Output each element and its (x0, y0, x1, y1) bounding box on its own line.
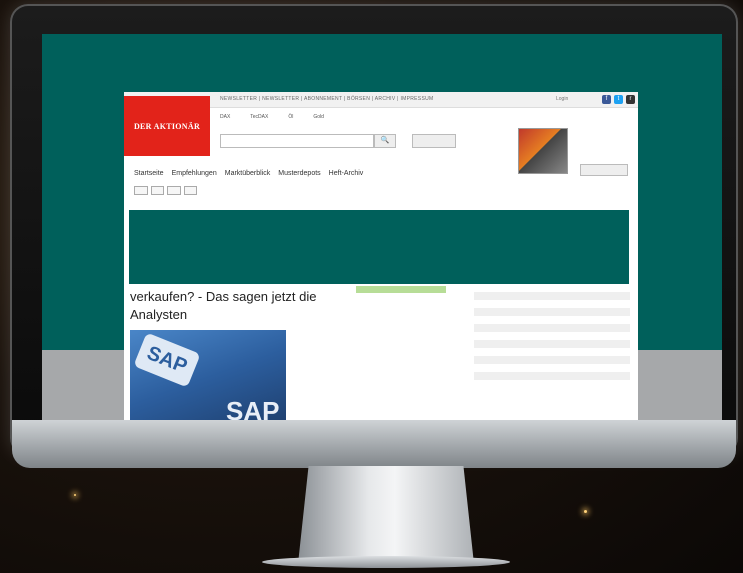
search-category-select[interactable] (412, 134, 456, 148)
stock-change (596, 364, 630, 372)
stock-price (558, 292, 596, 300)
search-input[interactable] (220, 134, 374, 148)
stock-name[interactable] (474, 364, 558, 372)
stock-name[interactable] (474, 316, 558, 324)
market-ticker: DAX TecDAX Öl Gold (220, 114, 344, 120)
sap-logo-sign: SAP (133, 332, 201, 388)
site-logo[interactable]: DER AKTIONÄR (124, 96, 210, 156)
twitter-icon[interactable]: t (614, 95, 623, 104)
ticker-item[interactable]: Gold (313, 114, 334, 120)
stock-price (558, 364, 596, 372)
stock-name[interactable] (474, 348, 558, 356)
stock-price (558, 332, 596, 340)
stock-price (558, 356, 596, 364)
sub-tab[interactable] (183, 186, 198, 195)
stock-name[interactable] (474, 324, 558, 332)
sub-tab[interactable] (150, 186, 165, 195)
stock-price (558, 348, 596, 356)
stock-change (596, 340, 630, 348)
stock-name[interactable] (474, 340, 558, 348)
monitor-screen: NEWSLETTER | NEWSLETTER | ABONNEMENT | B… (42, 34, 722, 420)
magazine-cover-image[interactable] (518, 128, 568, 174)
ticker-name: Öl (288, 114, 294, 120)
stock-name[interactable] (474, 332, 558, 340)
table-row[interactable] (474, 340, 630, 348)
stock-change (596, 300, 630, 308)
table-row[interactable] (474, 316, 630, 324)
login-link[interactable]: Login (556, 96, 568, 102)
nav-item[interactable]: Heft-Archiv (329, 170, 364, 177)
ticker-name: Gold (313, 114, 324, 120)
stock-price (558, 340, 596, 348)
magazine-order-button[interactable] (580, 164, 628, 176)
table-row[interactable] (474, 348, 630, 356)
headline-tag (356, 286, 446, 293)
ticker-item[interactable]: DAX (220, 114, 240, 120)
table-row[interactable] (474, 332, 630, 340)
monitor-chin (12, 420, 736, 468)
stock-change (596, 308, 630, 316)
nav-item[interactable]: Musterdepots (278, 170, 320, 177)
stock-change (596, 332, 630, 340)
apple-logo-icon (379, 430, 391, 444)
table-row[interactable] (474, 308, 630, 316)
stock-change (596, 380, 630, 388)
stock-change (596, 348, 630, 356)
table-row[interactable] (474, 356, 630, 364)
ticker-item[interactable]: Öl (288, 114, 303, 120)
stock-price (558, 316, 596, 324)
table-row[interactable] (474, 324, 630, 332)
rss-icon[interactable]: r (626, 95, 635, 104)
table-row[interactable] (474, 372, 630, 380)
table-row[interactable] (474, 292, 630, 300)
search-button[interactable]: 🔍 (374, 134, 396, 148)
ticker-item[interactable]: TecDAX (250, 114, 278, 120)
ticker-name: TecDAX (250, 114, 269, 120)
sap-logo-sign-building: SAP (226, 396, 280, 420)
stock-change (596, 372, 630, 380)
ticker-name: DAX (220, 114, 231, 120)
table-row[interactable] (474, 300, 630, 308)
table-row[interactable] (474, 380, 630, 388)
stock-price (558, 380, 596, 388)
stock-quotes-table (474, 292, 630, 388)
stock-change (596, 292, 630, 300)
stock-name[interactable] (474, 356, 558, 364)
sub-tab[interactable] (134, 186, 148, 195)
facebook-icon[interactable]: f (602, 95, 611, 104)
stock-name[interactable] (474, 372, 558, 380)
stock-price (558, 308, 596, 316)
stock-price (558, 372, 596, 380)
nav-item[interactable]: Empfehlungen (172, 170, 217, 177)
stock-change (596, 316, 630, 324)
background-spark (74, 494, 76, 496)
stock-change (596, 356, 630, 364)
teal-banner-overlay (129, 210, 629, 284)
sub-tab[interactable] (167, 186, 181, 195)
stock-name[interactable] (474, 308, 558, 316)
table-row[interactable] (474, 364, 630, 372)
stock-price (558, 300, 596, 308)
sub-tabs (134, 186, 200, 195)
monitor-stand (298, 466, 474, 564)
stock-name[interactable] (474, 300, 558, 308)
article-image[interactable]: SAP SAP (130, 330, 286, 420)
website-page: NEWSLETTER | NEWSLETTER | ABONNEMENT | B… (124, 92, 638, 420)
nav-item[interactable]: Startseite (134, 170, 164, 177)
nav-item[interactable]: Marktüberblick (225, 170, 271, 177)
background-spark (584, 510, 587, 513)
top-nav-links[interactable]: NEWSLETTER | NEWSLETTER | ABONNEMENT | B… (220, 96, 433, 102)
article-headline[interactable]: verkaufen? - Das sagen jetzt die Analyst… (130, 288, 360, 324)
stock-change (596, 324, 630, 332)
stock-name[interactable] (474, 292, 558, 300)
stock-name[interactable] (474, 380, 558, 388)
main-navigation: Startseite Empfehlungen Marktüberblick Must… (134, 170, 371, 177)
stock-price (558, 324, 596, 332)
monitor-base (262, 556, 510, 568)
